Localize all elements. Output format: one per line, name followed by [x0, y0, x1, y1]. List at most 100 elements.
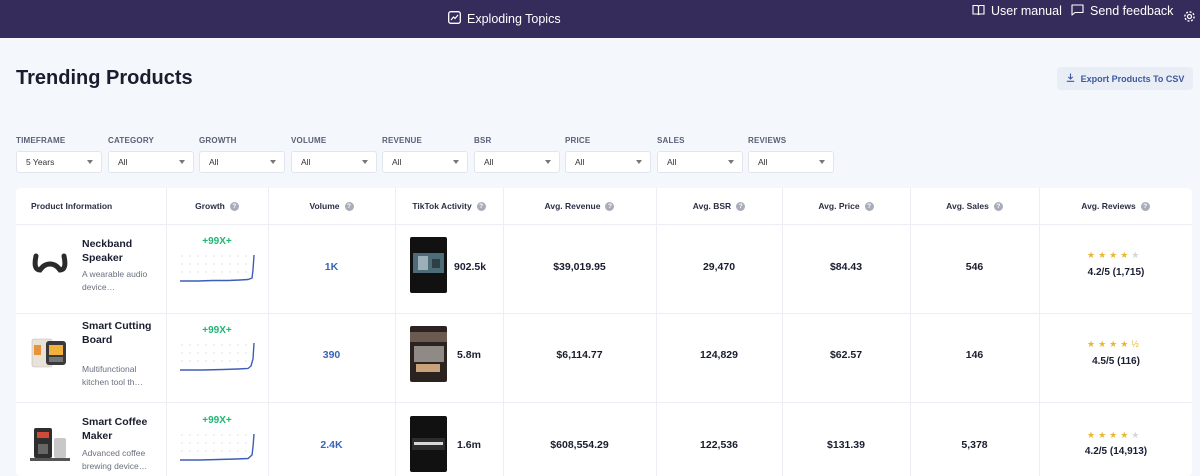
settings-button[interactable] [1183, 10, 1196, 26]
category-select[interactable]: All [108, 151, 194, 173]
smart-coffee-maker-image [28, 422, 72, 466]
sales-select[interactable]: All [657, 151, 743, 173]
help-icon[interactable]: ? [605, 201, 615, 211]
chevron-down-icon [179, 160, 185, 164]
filter-reviews: REVIEWS All [748, 136, 834, 173]
star-rating: ★★★★½ [1087, 339, 1142, 349]
filter-label: SALES [657, 136, 685, 145]
table-row[interactable]: Neckband Speaker A wearable audio device… [16, 224, 1192, 313]
price-select[interactable]: All [565, 151, 651, 173]
help-icon[interactable]: ? [476, 201, 486, 211]
help-icon[interactable]: ? [344, 201, 354, 211]
filter-price: PRICE All [565, 136, 651, 173]
table-row[interactable]: Smart Coffee Maker Advanced coffee brewi… [16, 402, 1192, 476]
volume-value[interactable]: 2.4K [268, 439, 395, 451]
table-row[interactable]: Smart Cutting Board Multifunctional kitc… [16, 313, 1192, 402]
user-manual-link[interactable]: User manual [972, 4, 1062, 19]
sales-value: 146 [965, 349, 984, 361]
filter-value: All [484, 157, 494, 167]
help-icon[interactable]: ? [993, 201, 1003, 211]
column-header-reviews[interactable]: Avg. Reviews? [1039, 188, 1192, 224]
column-header-sales[interactable]: Avg. Sales? [910, 188, 1039, 224]
gear-icon [1183, 10, 1196, 26]
tiktok-activity-value: 902.5k [454, 261, 487, 273]
filter-value: All [758, 157, 768, 167]
top-navigation-bar: Exploding Topics User manual Send feedba… [0, 0, 1200, 38]
column-header-bsr[interactable]: Avg. BSR? [656, 188, 782, 224]
price-value: $62.57 [829, 349, 863, 361]
filter-volume: VOLUME All [291, 136, 377, 173]
filter-label: TIMEFRAME [16, 136, 66, 145]
tiktok-video-thumbnail[interactable] [410, 326, 447, 382]
help-icon[interactable]: ? [229, 201, 239, 211]
sales-value: 546 [965, 261, 984, 273]
bsr-value: 122,536 [700, 439, 738, 451]
volume-value[interactable]: 390 [268, 349, 395, 361]
column-header-growth[interactable]: Growth? [166, 188, 268, 224]
tiktok-video-thumbnail[interactable] [410, 416, 447, 472]
column-header-label: Avg. Revenue [544, 201, 601, 211]
filter-label: CATEGORY [108, 136, 155, 145]
product-name[interactable]: Smart Coffee Maker [82, 415, 157, 443]
brand-link[interactable]: Exploding Topics [448, 11, 561, 27]
filter-label: BSR [474, 136, 492, 145]
chevron-down-icon [87, 160, 93, 164]
chevron-down-icon [728, 160, 734, 164]
export-csv-button[interactable]: Export Products To CSV [1057, 67, 1193, 90]
column-header-label: Avg. Reviews [1081, 201, 1136, 211]
chevron-down-icon [636, 160, 642, 164]
filter-label: REVENUE [382, 136, 423, 145]
volume-select[interactable]: All [291, 151, 377, 173]
revenue-value: $6,114.77 [556, 349, 603, 361]
send-feedback-link[interactable]: Send feedback [1071, 3, 1174, 19]
column-header-revenue[interactable]: Avg. Revenue? [503, 188, 656, 224]
column-header-label: Volume [309, 201, 340, 211]
column-header-price[interactable]: Avg. Price? [782, 188, 910, 224]
revenue-select[interactable]: All [382, 151, 468, 173]
column-header-label: Growth [195, 201, 225, 211]
product-description: A wearable audio device… [82, 269, 148, 292]
volume-value[interactable]: 1K [268, 261, 395, 273]
timeframe-select[interactable]: 5 Years [16, 151, 102, 173]
product-description: Advanced coffee brewing device… [82, 448, 148, 471]
filter-value: All [118, 157, 128, 167]
filter-growth: GROWTH All [199, 136, 285, 173]
growth-value: +99X+ [202, 415, 232, 426]
bsr-value: 124,829 [700, 349, 738, 361]
column-header-product[interactable]: Product Information [16, 188, 166, 224]
column-header-tiktok[interactable]: TikTok Activity? [395, 188, 503, 224]
reviews-select[interactable]: All [748, 151, 834, 173]
help-icon[interactable]: ? [736, 201, 746, 211]
filter-value: All [209, 157, 219, 167]
reviews-value: 4.5/5 (116) [1092, 356, 1140, 367]
help-icon[interactable]: ? [1140, 201, 1150, 211]
column-header-label: Avg. Price [818, 201, 860, 211]
growth-select[interactable]: All [199, 151, 285, 173]
filter-label: REVIEWS [748, 136, 787, 145]
send-feedback-label: Send feedback [1090, 4, 1174, 18]
growth-value: +99X+ [202, 236, 232, 247]
revenue-value: $608,554.29 [550, 439, 609, 451]
tiktok-activity-value: 5.8m [457, 349, 481, 361]
filter-bsr: BSR All [474, 136, 560, 173]
column-header-volume[interactable]: Volume? [268, 188, 395, 224]
neckband-speaker-image [28, 240, 72, 284]
growth-sparkline [180, 254, 255, 282]
chevron-down-icon [453, 160, 459, 164]
chevron-down-icon [270, 160, 276, 164]
product-name[interactable]: Smart Cutting Board [82, 319, 157, 347]
bsr-select[interactable]: All [474, 151, 560, 173]
tiktok-video-thumbnail[interactable] [410, 237, 447, 293]
product-description: Multifunctional kitchen tool th… [82, 364, 143, 387]
filter-sales: SALES All [657, 136, 743, 173]
trend-chart-icon [448, 11, 461, 27]
star-rating: ★★★★★ [1087, 430, 1143, 440]
sales-value: 5,378 [961, 439, 988, 451]
revenue-value: $39,019.95 [553, 261, 606, 273]
column-header-label: TikTok Activity [412, 201, 472, 211]
product-name[interactable]: Neckband Speaker [82, 237, 157, 265]
growth-value: +99X+ [202, 325, 232, 336]
filter-value: All [575, 157, 585, 167]
price-value: $131.39 [827, 439, 865, 451]
help-icon[interactable]: ? [864, 201, 874, 211]
